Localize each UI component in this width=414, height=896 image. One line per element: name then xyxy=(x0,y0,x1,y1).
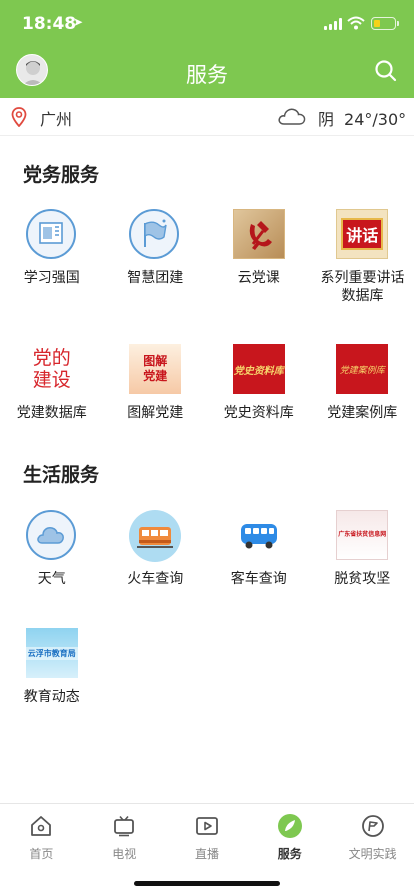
party-history-thumb-text: 党史资料库 xyxy=(233,365,284,377)
weather-condition: 阴 xyxy=(318,110,335,129)
bus-icon xyxy=(233,510,285,562)
service-label: 党建数据库 xyxy=(16,405,87,421)
tab-label: 首页 xyxy=(29,847,54,861)
status-time: 18:48 xyxy=(22,14,77,34)
party-database-thumb-text: 党的建设 xyxy=(32,347,71,391)
speech-icon: 讲话 xyxy=(336,209,389,261)
service-label: 党史资料库 xyxy=(223,405,294,421)
cloud-icon xyxy=(278,108,306,125)
service-label: 党建案例库 xyxy=(327,405,398,421)
app-header: 18:48 ➤ 服务 xyxy=(0,0,414,98)
city-name[interactable]: 广州 xyxy=(40,106,72,130)
service-label: 学习强国 xyxy=(23,270,80,286)
service-speech-database[interactable]: 讲话 系列重要讲话数据库 xyxy=(311,209,414,305)
service-party-cases[interactable]: 党建案例库 党建案例库 xyxy=(311,344,414,422)
service-illustrated-party[interactable]: 图解党建 图解党建 xyxy=(104,344,208,422)
service-weather[interactable]: 天气 xyxy=(0,510,104,588)
status-bar: 18:48 ➤ xyxy=(0,0,414,48)
tab-service[interactable]: 服务 xyxy=(248,812,331,862)
weather-text: 阴 24°/30° xyxy=(318,106,406,130)
service-label: 智慧团建 xyxy=(127,270,184,286)
weather-icon xyxy=(25,510,78,562)
service-label: 教育动态 xyxy=(23,689,80,705)
section-title-party: 党务服务 xyxy=(23,164,100,186)
live-icon xyxy=(196,817,218,835)
location-pin-icon xyxy=(11,107,27,127)
party-history-icon: 党史资料库 xyxy=(232,344,285,396)
party-cases-icon: 党建案例库 xyxy=(336,344,389,396)
service-party-database[interactable]: 党的建设 党建数据库 xyxy=(0,344,104,422)
league-flag-icon xyxy=(129,209,181,261)
tab-live[interactable]: 直播 xyxy=(166,812,249,862)
service-poverty-alleviation[interactable]: 广东省扶贫信息网 脱贫攻坚 xyxy=(311,510,414,588)
home-icon xyxy=(31,816,52,836)
poverty-thumb-text: 广东省扶贫信息网 xyxy=(338,531,387,538)
tv-icon xyxy=(114,815,135,837)
tab-label: 文明实践 xyxy=(348,847,397,861)
speech-thumb-text: 讲话 xyxy=(341,218,384,250)
poverty-alleviation-icon: 广东省扶贫信息网 xyxy=(336,510,389,562)
battery-icon xyxy=(371,17,399,30)
page-title: 服务 xyxy=(186,63,228,87)
tab-tv[interactable]: 电视 xyxy=(83,812,166,862)
location-arrow-icon: ➤ xyxy=(73,15,84,29)
tab-label: 直播 xyxy=(194,847,219,861)
home-indicator[interactable] xyxy=(134,881,280,886)
service-bus-query[interactable]: 客车查询 xyxy=(207,510,311,588)
education-thumb-text: 云浮市教育局 xyxy=(25,646,78,660)
service-train-query[interactable]: 火车查询 xyxy=(104,510,208,588)
tab-label: 电视 xyxy=(112,847,137,861)
tab-home[interactable]: 首页 xyxy=(0,812,83,862)
illustrated-party-thumb-text: 图解党建 xyxy=(143,354,168,383)
service-label: 客车查询 xyxy=(230,571,287,587)
party-cases-thumb-text: 党建案例库 xyxy=(339,365,385,376)
service-icon xyxy=(277,814,302,838)
service-label: 天气 xyxy=(37,571,66,587)
service-label: 脱贫攻坚 xyxy=(334,571,391,587)
tab-civilization[interactable]: 文明实践 xyxy=(331,812,414,862)
service-label: 火车查询 xyxy=(127,571,184,587)
service-label: 系列重要讲话数据库 xyxy=(320,270,405,304)
illustrated-party-icon: 图解党建 xyxy=(129,344,182,396)
service-education-news[interactable]: 云浮市教育局 教育动态 xyxy=(0,628,104,706)
party-database-icon: 党的建设 xyxy=(25,344,78,396)
service-study-strong-nation[interactable]: 学习强国 xyxy=(0,209,104,287)
search-icon[interactable] xyxy=(374,59,398,83)
education-icon: 云浮市教育局 xyxy=(25,628,78,680)
civilization-icon xyxy=(361,815,384,837)
weather-temperature: 24°/30° xyxy=(344,110,407,129)
service-smart-league[interactable]: 智慧团建 xyxy=(104,209,208,287)
train-icon xyxy=(129,510,182,562)
tab-label: 服务 xyxy=(277,847,302,861)
service-party-history[interactable]: 党史资料库 党史资料库 xyxy=(207,344,311,422)
service-label: 云党课 xyxy=(237,270,280,286)
service-cloud-party-class[interactable]: 云党课 xyxy=(207,209,311,287)
section-title-life: 生活服务 xyxy=(23,464,100,486)
wifi-icon xyxy=(347,16,365,30)
party-emblem-icon xyxy=(232,209,285,261)
service-label: 图解党建 xyxy=(127,405,184,421)
location-weather-bar: 广州 阴 24°/30° xyxy=(0,98,414,136)
cellular-signal-icon xyxy=(324,18,342,30)
study-icon xyxy=(25,209,78,261)
